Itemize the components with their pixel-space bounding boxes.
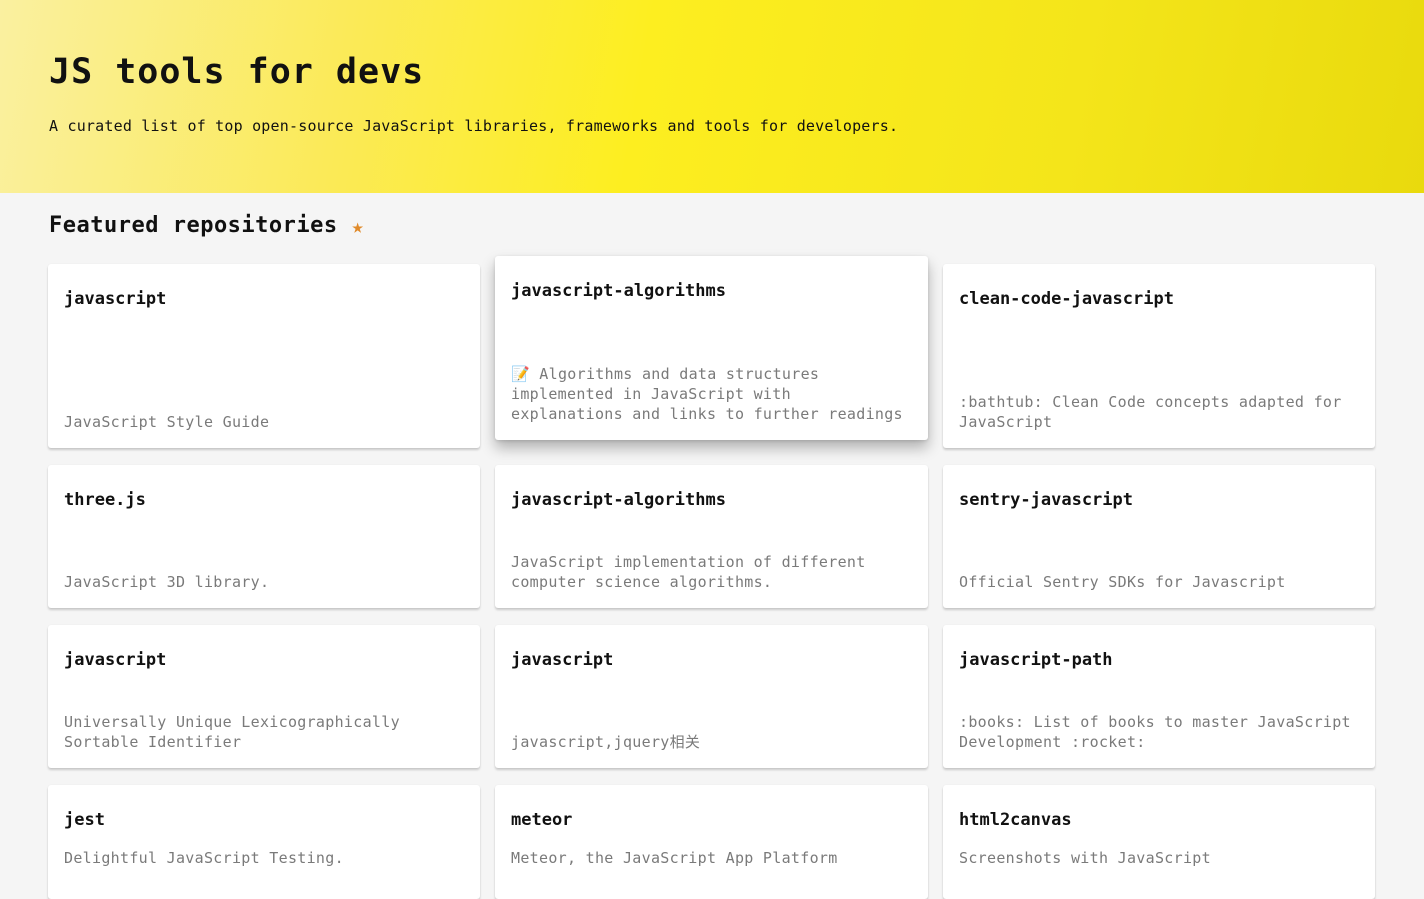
repo-card[interactable]: clean-code-javascript :bathtub: Clean Co…	[943, 264, 1375, 448]
repo-card[interactable]: javascript Universally Unique Lexicograp…	[48, 625, 480, 768]
repo-name[interactable]: javascript-algorithms	[511, 280, 912, 302]
repo-name[interactable]: javascript	[64, 649, 464, 671]
repo-card[interactable]: javascript-algorithms 📝 Algorithms and d…	[495, 256, 928, 440]
repo-card[interactable]: three.js JavaScript 3D library.	[48, 465, 480, 608]
repo-name[interactable]: clean-code-javascript	[959, 288, 1359, 310]
repo-description: Delightful JavaScript Testing.	[64, 849, 344, 867]
repo-description: 📝 Algorithms and data structures impleme…	[511, 365, 903, 423]
repo-card[interactable]: jest Delightful JavaScript Testing.	[48, 785, 480, 899]
repo-card[interactable]: javascript-path :books: List of books to…	[943, 625, 1375, 768]
repo-name[interactable]: jest	[64, 809, 464, 831]
hero-banner: JS tools for devs A curated list of top …	[0, 0, 1424, 193]
repo-card[interactable]: meteor Meteor, the JavaScript App Platfo…	[495, 785, 928, 899]
repo-description: Universally Unique Lexicographically Sor…	[64, 713, 400, 751]
repo-name[interactable]: html2canvas	[959, 809, 1359, 831]
repo-card[interactable]: html2canvas Screenshots with JavaScript	[943, 785, 1375, 899]
featured-heading: Featured repositories ★	[49, 213, 364, 238]
repo-description: javascript,jquery相关	[511, 733, 701, 751]
repo-card[interactable]: sentry-javascript Official Sentry SDKs f…	[943, 465, 1375, 608]
repo-description: :books: List of books to master JavaScri…	[959, 713, 1351, 751]
page-title: JS tools for devs	[49, 52, 425, 92]
featured-heading-label: Featured repositories	[49, 213, 338, 238]
repo-name[interactable]: three.js	[64, 489, 464, 511]
repo-name[interactable]: javascript-path	[959, 649, 1359, 671]
repo-name[interactable]: meteor	[511, 809, 912, 831]
repo-description: Meteor, the JavaScript App Platform	[511, 849, 838, 867]
star-icon: ★	[351, 213, 365, 238]
page-subtitle: A curated list of top open-source JavaSc…	[49, 117, 899, 135]
repo-name[interactable]: sentry-javascript	[959, 489, 1359, 511]
repo-card[interactable]: javascript javascript,jquery相关	[495, 625, 928, 768]
repo-description: JavaScript 3D library.	[64, 573, 270, 591]
repo-card[interactable]: javascript-algorithms JavaScript impleme…	[495, 465, 928, 608]
repo-description: Screenshots with JavaScript	[959, 849, 1211, 867]
repo-description: JavaScript Style Guide	[64, 413, 270, 431]
repo-name[interactable]: javascript-algorithms	[511, 489, 912, 511]
repo-name[interactable]: javascript	[64, 288, 464, 310]
repo-description: Official Sentry SDKs for Javascript	[959, 573, 1286, 591]
repo-name[interactable]: javascript	[511, 649, 912, 671]
repo-description: :bathtub: Clean Code concepts adapted fo…	[959, 393, 1342, 431]
repo-description: JavaScript implementation of different c…	[511, 553, 866, 591]
repo-card[interactable]: javascript JavaScript Style Guide	[48, 264, 480, 448]
